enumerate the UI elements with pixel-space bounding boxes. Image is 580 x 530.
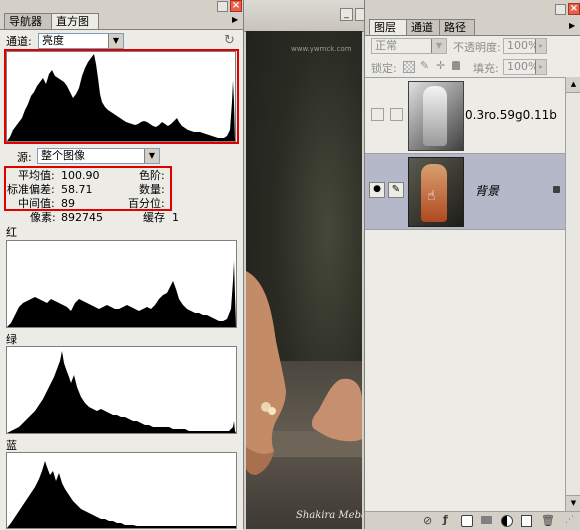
red-channel-label: 红 <box>6 226 17 239</box>
stats-highlight-rect <box>4 166 172 211</box>
layer-mask-icon[interactable] <box>461 515 473 527</box>
tab-layers[interactable]: 图层 <box>369 19 407 35</box>
source-select[interactable]: 整个图像 ▼ <box>37 148 160 164</box>
refresh-icon[interactable]: ↻ <box>224 33 235 48</box>
opacity-label: 不透明度: <box>453 41 501 54</box>
tab-navigator[interactable]: 导航器 <box>4 13 52 29</box>
chevron-down-icon: ▼ <box>431 39 446 53</box>
layers-close-button[interactable]: × <box>568 3 580 15</box>
layer-thumbnail-selected: ☝ <box>408 157 464 227</box>
thumbnail-figure <box>423 86 447 146</box>
source-label: 源: <box>17 151 32 164</box>
canvas-caption: Shakira Mebar <box>296 510 362 521</box>
scroll-up-arrow-icon[interactable]: ▲ <box>566 77 580 93</box>
photo-canvas[interactable]: www.ywmck.com Shakira Mebar <box>246 31 362 529</box>
red-histogram-graph <box>7 261 236 327</box>
scroll-down-arrow-icon[interactable]: ▼ <box>566 495 580 511</box>
layer-row[interactable]: 0.3ro.59g0.11b <box>365 78 565 154</box>
layer-visibility-toggle[interactable] <box>371 108 384 121</box>
chevron-down-icon: ▼ <box>108 34 123 48</box>
pixels-value: 892745 <box>61 211 103 224</box>
document-minimize-button[interactable]: _ <box>340 8 353 21</box>
lock-brush-icon[interactable]: ✎ <box>420 59 429 72</box>
lock-transparency-icon[interactable] <box>403 61 415 73</box>
lock-all-icon[interactable] <box>452 61 460 70</box>
red-histogram <box>6 240 237 328</box>
blue-histogram <box>6 452 237 529</box>
fill-input[interactable]: 100% ▸ <box>503 59 547 75</box>
minimize-button[interactable] <box>217 1 228 12</box>
brush-icon[interactable]: ✎ <box>388 182 404 198</box>
layer-style-icon[interactable]: ƒ <box>443 513 448 526</box>
green-histogram-graph <box>7 351 236 433</box>
link-layers-icon[interactable]: ⊘ <box>423 514 432 527</box>
blue-channel-label: 蓝 <box>6 439 17 452</box>
fill-value: 100% <box>507 60 539 73</box>
channel-select-value: 亮度 <box>42 34 64 47</box>
resize-grip-icon[interactable]: ⋰ <box>565 515 574 525</box>
new-layer-icon[interactable] <box>521 515 532 527</box>
blend-mode-select[interactable]: 正常 ▼ <box>371 38 447 54</box>
layers-panel: × 图层 通道 路径 ▶ 正常 ▼ 不透明度: 100% ▸ 锁定: ✎ ✛ 填… <box>364 0 580 530</box>
canvas-watermark: www.ywmck.com <box>291 45 352 53</box>
histogram-panel-titlebar <box>0 0 243 12</box>
source-select-value: 整个图像 <box>41 149 85 162</box>
close-button[interactable]: × <box>230 0 242 12</box>
tab-channels[interactable]: 通道 <box>406 19 440 35</box>
green-histogram <box>6 346 237 434</box>
fill-label: 填充: <box>473 62 499 75</box>
chevron-down-icon: ▼ <box>144 149 159 163</box>
new-group-icon[interactable] <box>481 516 492 524</box>
blue-histogram-graph <box>7 461 236 528</box>
cache-value: 1 <box>172 211 179 224</box>
adjustment-layer-icon[interactable] <box>501 515 513 527</box>
layer-name: 0.3ro.59g0.11b <box>465 108 557 122</box>
layer-thumbnail <box>408 81 464 151</box>
tab-histogram[interactable]: 直方图 <box>51 13 99 29</box>
layer-name: 背景 <box>475 184 500 198</box>
histogram-highlight-rect <box>4 49 239 144</box>
lock-move-icon[interactable]: ✛ <box>436 59 445 72</box>
green-channel-label: 绿 <box>6 333 17 346</box>
opacity-value: 100% <box>507 39 539 52</box>
opacity-arrow-icon: ▸ <box>535 39 546 53</box>
layer-list: 0.3ro.59g0.11b ● ✎ ☝ 背景 <box>365 77 565 512</box>
pixels-label: 像素: <box>30 211 56 224</box>
tab-paths[interactable]: 路径 <box>439 19 475 35</box>
layers-bottom-toolbar: ⊘ ƒ 🗑 ⋰ <box>365 511 580 530</box>
histogram-panel: × 导航器 直方图 ▶ 通道: 亮度 ▼ ↻ 源: 整个图像 ▼ 平均值: 10… <box>0 0 244 530</box>
blend-mode-value: 正常 <box>375 39 397 52</box>
hand-cursor-icon: ☝ <box>427 188 436 204</box>
opacity-input[interactable]: 100% ▸ <box>503 38 547 54</box>
cache-label: 缓存 <box>143 211 165 224</box>
layer-link-toggle[interactable] <box>390 108 403 121</box>
lock-label: 锁定: <box>371 62 397 75</box>
layer-row-selected[interactable]: ● ✎ ☝ 背景 <box>365 154 565 230</box>
layer-lock-icon <box>553 186 560 193</box>
trash-icon[interactable]: 🗑 <box>541 514 555 527</box>
legs-figure <box>246 271 362 475</box>
channel-select[interactable]: 亮度 ▼ <box>38 33 124 49</box>
layers-panel-menu-arrow-icon[interactable]: ▶ <box>569 21 575 30</box>
layers-minimize-button[interactable] <box>555 4 566 15</box>
document-window: _ www.ywmck.com Shakira Mebar <box>244 0 368 529</box>
fill-arrow-icon: ▸ <box>535 60 546 74</box>
channel-label: 通道: <box>6 35 32 48</box>
panel-menu-arrow-icon[interactable]: ▶ <box>232 15 238 24</box>
eye-icon[interactable]: ● <box>369 182 385 198</box>
layer-list-scrollbar[interactable]: ▲ ▼ <box>565 77 580 511</box>
